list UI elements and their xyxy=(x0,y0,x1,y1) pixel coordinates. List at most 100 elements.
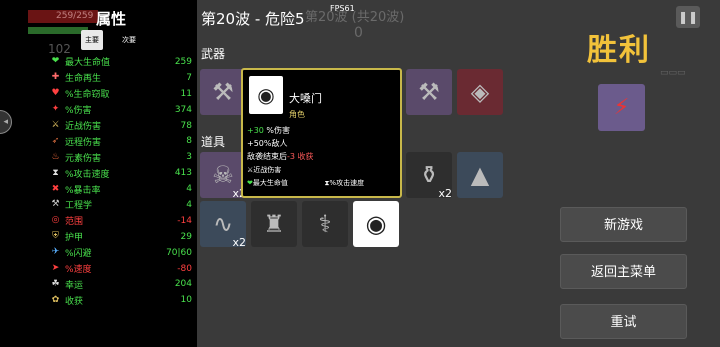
stat-row: ➶ 远程伤害 8 xyxy=(50,133,192,149)
stat-value: 29 xyxy=(180,231,192,242)
item-slot[interactable]: ☠ x2 xyxy=(200,152,246,200)
stat-icon: ➶ xyxy=(51,135,60,146)
main-menu-button[interactable]: 返回主菜单 xyxy=(560,254,687,289)
weapon-slot[interactable]: ⚒ xyxy=(200,69,246,115)
stat-row: ◎ 范围 -14 xyxy=(50,213,192,229)
wave-counter-ghost: 0 xyxy=(354,25,363,41)
stats-panel: 259/259 102 属性 主要 次要 ❤ 最大生命值 259 ✚ 生命再生 7 ♥ %生命… xyxy=(0,0,197,347)
xp-bar-ghost xyxy=(28,27,88,34)
axe-icon: ⚒ xyxy=(212,78,234,106)
tooltip-effect-damage: +30 %伤害 xyxy=(247,125,290,136)
tooltip-item-name: 大嗓门 xyxy=(289,92,322,105)
stat-icon: ✿ xyxy=(51,294,60,305)
stat-name: %伤害 xyxy=(65,106,92,117)
retry-button[interactable]: 重试 xyxy=(560,304,687,339)
stat-icon: ➤ xyxy=(51,263,60,274)
stat-name: %暴击率 xyxy=(65,185,101,196)
jar-icon: ♜ xyxy=(263,210,285,238)
stat-list: ❤ 最大生命值 259 ✚ 生命再生 7 ♥ %生命窃取 11 ✦ %伤害 374 ⚔ 近战伤害 78 ➶ 远程… xyxy=(50,54,192,308)
weapons-label: 武器 xyxy=(201,47,226,61)
stat-name: 最大生命值 xyxy=(65,58,111,69)
stat-name: %闪避 xyxy=(65,249,92,260)
fps-counter: FPS61 xyxy=(330,4,355,13)
tooltip-effect-maxhp: ❤最大生命值 xyxy=(247,179,288,187)
potion-icon: ⚱ xyxy=(418,161,440,189)
ghost-element: ▭▭▭ xyxy=(660,68,686,78)
stat-icon: ✖ xyxy=(51,183,60,194)
stat-value: 10 xyxy=(180,295,192,306)
item-slot[interactable]: ⚱ x2 xyxy=(406,152,452,200)
stat-name: %速度 xyxy=(65,265,92,276)
item-slot[interactable]: ♜ xyxy=(251,201,297,247)
stat-row: ♥ %生命窃取 11 xyxy=(50,86,192,102)
wave-title: 第20波 - 危险5 xyxy=(201,10,305,28)
stat-row: ⧗ %攻击速度 413 xyxy=(50,165,192,181)
stat-value: -80 xyxy=(177,263,192,274)
stat-icon: ⚒ xyxy=(51,199,60,210)
stat-name: 幸运 xyxy=(65,280,84,291)
stat-icon: ✚ xyxy=(51,72,60,83)
stat-name: %攻击速度 xyxy=(65,169,110,180)
stat-icon: ✈ xyxy=(51,247,60,258)
weapon-slot[interactable]: ◈ xyxy=(457,69,503,115)
item-slot-selected[interactable]: ◉ xyxy=(353,201,399,247)
stat-row: ✈ %闪避 70|60 xyxy=(50,245,192,261)
syringe-icon: ⚕ xyxy=(318,210,332,238)
item-slot[interactable]: ▲ xyxy=(457,152,503,198)
item-slot[interactable]: ⚕ xyxy=(302,201,348,247)
stat-value: 8 xyxy=(186,136,192,147)
stat-value: 259 xyxy=(174,56,192,67)
stat-row: ❤ 最大生命值 259 xyxy=(50,54,192,70)
loud-egg-icon: ◉ xyxy=(249,76,283,114)
stat-icon: ⚔ xyxy=(51,120,60,130)
pause-button[interactable]: ❚❚ xyxy=(676,6,700,28)
stat-row: ⛨ 护甲 29 xyxy=(50,229,192,245)
tooltip-effect-value: +30 xyxy=(247,126,264,135)
stat-value: 78 xyxy=(180,120,192,131)
stat-name: 护甲 xyxy=(65,233,84,244)
stat-name: 生命再生 xyxy=(65,74,102,85)
creature-icon: ☠ xyxy=(212,161,234,189)
stat-icon: ♨ xyxy=(51,151,60,162)
victory-title: 胜利 xyxy=(587,33,651,68)
stat-name: %生命窃取 xyxy=(65,90,110,101)
tooltip-item-type: 角色 xyxy=(289,110,305,119)
reward-item-slot[interactable]: ⚡ xyxy=(598,84,645,131)
stat-name: 收获 xyxy=(65,296,84,307)
stat-row: ➤ %速度 -80 xyxy=(50,261,192,277)
horn-icon: ▲ xyxy=(470,161,490,189)
stats-title: 属性 xyxy=(96,10,127,28)
tooltip-effect-value: -3 收获 xyxy=(287,152,314,161)
items-label: 道具 xyxy=(201,135,226,149)
stat-row: ✚ 生命再生 7 xyxy=(50,70,192,86)
stat-value: 374 xyxy=(174,104,192,115)
stat-value: -14 xyxy=(177,215,192,226)
wave-progress-ghost: 第20波 (共20波) xyxy=(305,10,405,25)
worm-icon: ∿ xyxy=(212,210,234,238)
axe-icon: ⚒ xyxy=(418,78,440,106)
stat-value: 204 xyxy=(174,279,192,290)
stat-icon: ☘ xyxy=(51,278,60,289)
loud-egg-icon: ◉ xyxy=(365,210,387,238)
stat-value: 11 xyxy=(180,88,192,99)
stat-row: ☘ 幸运 204 xyxy=(50,276,192,292)
tooltip-effect-harvest: 敌袭结束后-3 收获 xyxy=(247,151,314,162)
stat-icon: ✦ xyxy=(51,104,60,115)
new-game-button[interactable]: 新游戏 xyxy=(560,207,687,242)
stat-icon: ⛨ xyxy=(52,231,59,242)
weapon-slot[interactable]: ⚒ xyxy=(406,69,452,115)
stat-name: 范围 xyxy=(65,217,84,228)
tab-main-stats[interactable]: 主要 xyxy=(81,30,103,50)
tab-secondary-stats[interactable]: 次要 xyxy=(118,30,140,50)
tooltip-effect-text: 近战伤害 xyxy=(253,166,282,174)
stat-value: 4 xyxy=(186,199,192,210)
item-tooltip: ◉ 大嗓门 角色 +30 %伤害 +50%敌人 敌袭结束后-3 收获 ⚔近战伤害… xyxy=(241,68,402,198)
stat-name: 元素伤害 xyxy=(65,153,102,164)
item-slot[interactable]: ∿ x2 xyxy=(200,201,246,249)
tooltip-effect-extra: ❤最大生命值 ⧗%攻击速度 xyxy=(247,178,402,188)
tooltip-effect-melee: ⚔近战伤害 xyxy=(247,165,281,175)
stat-name: 远程伤害 xyxy=(65,137,102,148)
stat-row: ⚒ 工程学 4 xyxy=(50,197,192,213)
stat-value: 70|60 xyxy=(166,247,192,258)
stat-value: 3 xyxy=(186,152,192,163)
